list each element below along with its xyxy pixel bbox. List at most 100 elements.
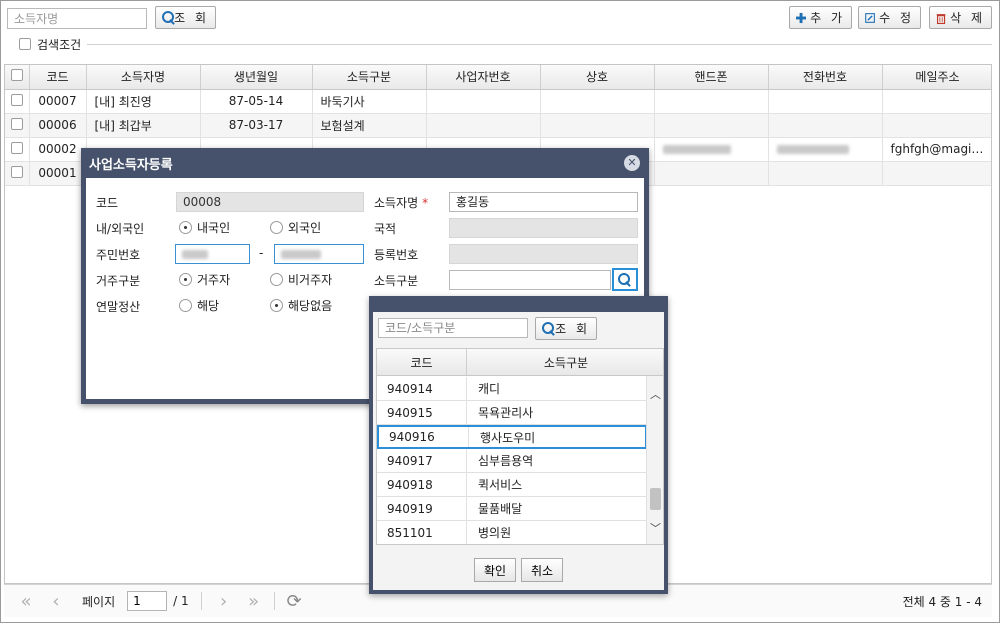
last-page-icon[interactable]: » (246, 591, 262, 612)
popup-search-input[interactable] (378, 318, 528, 338)
cell-mobile (654, 113, 769, 138)
resident-no-front-field[interactable] (175, 244, 250, 264)
list-item[interactable]: 940915 목욕관리사 (377, 401, 647, 425)
cell-code: 00001 (29, 161, 87, 186)
col-header-phone[interactable]: 전화번호 (768, 65, 883, 90)
cell-mobile (654, 137, 769, 162)
radio-applicable[interactable]: 해당 (179, 297, 219, 314)
cell-phone (768, 89, 883, 114)
first-page-icon[interactable]: « (18, 591, 34, 612)
delete-button[interactable]: 삭 제 (929, 6, 992, 29)
col-header-company[interactable]: 상호 (540, 65, 655, 90)
residence-label: 거주구분 (96, 274, 141, 288)
masked-resident-front (182, 250, 208, 259)
refresh-icon[interactable]: ⟳ (287, 591, 302, 612)
income-type-popup: 조 회 코드 소득구분 940914캐디 940915목욕관리사 940916행… (369, 296, 668, 594)
popup-col-name[interactable]: 소득구분 (467, 349, 663, 375)
cell-company (540, 113, 655, 138)
cell-name: [내] 최진영 (86, 89, 201, 114)
list-item[interactable]: 940918 퀵서비스 (377, 473, 647, 497)
code-label: 코드 (96, 196, 119, 210)
page-label: 페이지 (82, 594, 116, 609)
masked-mobile (662, 145, 731, 154)
radio-resident[interactable]: 거주자 (179, 271, 230, 288)
code-field: 00008 (176, 192, 364, 212)
table-row[interactable]: 00007 [내] 최진영 87-05-14 바둑기사 (5, 89, 991, 114)
cell-code: 00002 (29, 137, 87, 162)
col-header-mobile[interactable]: 핸드폰 (654, 65, 769, 90)
resident-no-back-field[interactable] (274, 244, 364, 264)
row-checkbox[interactable] (10, 141, 23, 154)
radio-foreign[interactable]: 외국인 (270, 219, 321, 236)
nationality-field (449, 218, 638, 238)
search-condition-checkbox[interactable] (19, 38, 31, 50)
resident-no-separator: - (259, 246, 264, 260)
cell-business-no (426, 89, 541, 114)
select-all-header[interactable] (5, 65, 30, 90)
popup-col-code[interactable]: 코드 (377, 349, 467, 375)
list-item[interactable]: 940914 캐디 (377, 377, 647, 401)
scroll-down-icon[interactable]: ﹀ (647, 520, 663, 536)
radio-not-applicable[interactable]: 해당없음 (270, 297, 332, 314)
cell-phone (768, 113, 883, 138)
cancel-button[interactable]: 취소 (521, 558, 563, 582)
search-condition-label: 검색조건 (37, 37, 82, 52)
col-header-email[interactable]: 메일주소 (882, 65, 991, 90)
row-checkbox[interactable] (10, 93, 23, 106)
record-summary: 전체 4 중 1 - 4 (902, 594, 982, 609)
resident-no-label: 주민번호 (96, 248, 141, 262)
cell-income-type: 보험설계 (312, 113, 427, 138)
name-field[interactable]: 홍길동 (449, 192, 638, 212)
col-header-name[interactable]: 소득자명 (86, 65, 201, 90)
search-button[interactable]: 조 회 (155, 6, 216, 29)
cell-phone (768, 137, 883, 162)
select-all-checkbox[interactable] (10, 69, 23, 82)
col-header-business-no[interactable]: 사업자번호 (426, 65, 541, 90)
search-icon (618, 272, 632, 287)
cell-email (882, 161, 991, 186)
income-type-label: 소득구분 (374, 274, 419, 288)
list-item-selected[interactable]: 940916 행사도우미 (377, 425, 647, 449)
table-row[interactable]: 00006 [내] 최갑부 87-03-17 보험설계 (5, 113, 991, 138)
cell-birth: 87-03-17 (200, 113, 313, 138)
name-label: 소득자명 * (374, 196, 429, 210)
list-item[interactable]: 851101 병의원 (377, 521, 647, 544)
row-checkbox[interactable] (10, 117, 23, 130)
prev-page-icon[interactable]: ‹ (48, 591, 64, 612)
divider (87, 43, 992, 45)
list-item[interactable]: 940917 심부름용역 (377, 449, 647, 473)
page-input[interactable] (127, 591, 168, 611)
cell-name: [내] 최갑부 (86, 113, 201, 138)
plus-icon (796, 12, 807, 23)
radio-domestic[interactable]: 내국인 (179, 219, 230, 236)
col-header-code[interactable]: 코드 (29, 65, 87, 90)
popup-scrollbar[interactable]: ︿ ﹀ (646, 376, 663, 544)
income-type-grid: 코드 소득구분 940914 캐디 940915 목욕관리사 940916 행사도우미… (376, 348, 664, 545)
close-icon[interactable]: ✕ (624, 155, 640, 171)
search-icon (542, 321, 555, 336)
income-type-field[interactable] (449, 270, 611, 290)
add-button[interactable]: 추 가 (789, 6, 852, 29)
search-icon (162, 10, 175, 25)
next-page-icon[interactable]: › (216, 591, 232, 612)
ok-button[interactable]: 확인 (474, 558, 516, 582)
registration-no-label: 등록번호 (374, 248, 419, 262)
income-type-search-button[interactable] (612, 268, 638, 291)
grid-header-row: 코드 소득자명 생년월일 소득구분 사업자번호 상호 핸드폰 전화번호 메일주소 (5, 65, 991, 90)
scroll-up-icon[interactable]: ︿ (647, 386, 663, 402)
scroll-thumb[interactable] (650, 488, 661, 510)
edit-button[interactable]: 수 정 (858, 6, 921, 29)
col-header-income-type[interactable]: 소득구분 (312, 65, 427, 90)
col-header-birth[interactable]: 생년월일 (200, 65, 313, 90)
radio-nonresident[interactable]: 비거주자 (270, 271, 332, 288)
nationality-type-label: 내/외국인 (96, 222, 145, 236)
cell-email (882, 89, 991, 114)
pencil-icon (865, 12, 875, 23)
trash-icon (936, 13, 946, 24)
total-pages: / 1 (173, 594, 189, 608)
row-checkbox[interactable] (10, 165, 23, 178)
list-item[interactable]: 940919 물품배달 (377, 497, 647, 521)
popup-search-button[interactable]: 조 회 (535, 317, 597, 340)
search-input[interactable] (7, 8, 147, 29)
cell-mobile (654, 89, 769, 114)
